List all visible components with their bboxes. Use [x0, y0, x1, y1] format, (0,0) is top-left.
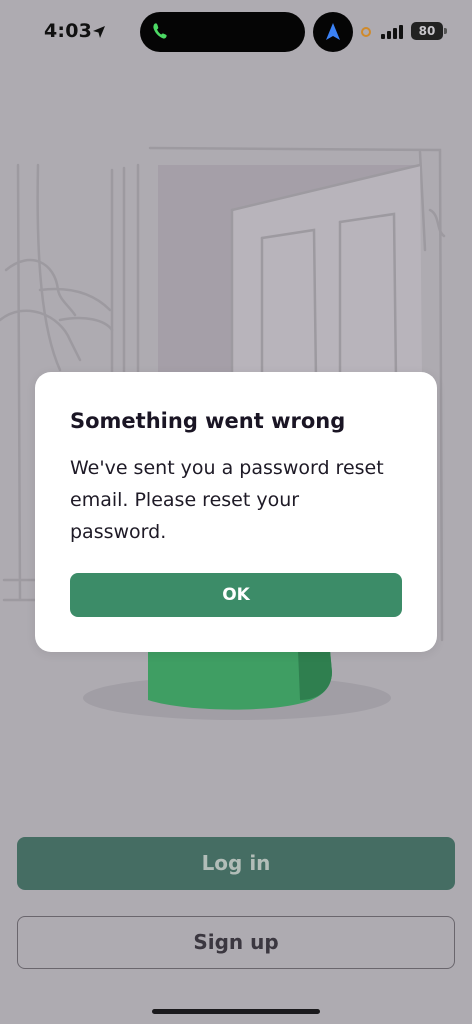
error-dialog: Something went wrong We've sent you a pa…	[35, 372, 437, 652]
dialog-message: We've sent you a password reset email. P…	[70, 457, 384, 543]
phone-icon	[152, 22, 168, 44]
navigation-activity[interactable]	[313, 12, 353, 52]
home-indicator[interactable]	[152, 1009, 320, 1014]
dialog-title: Something went wrong	[70, 409, 346, 433]
status-bar: 4:03 80	[0, 0, 472, 64]
battery-icon: 80	[411, 22, 443, 40]
orange-indicator-dot	[361, 27, 371, 37]
dynamic-island[interactable]	[140, 12, 305, 52]
login-button[interactable]: Log in	[17, 837, 455, 890]
cellular-signal-icon	[381, 24, 405, 43]
signup-button[interactable]: Sign up	[17, 916, 455, 969]
ok-button[interactable]: OK	[70, 573, 402, 617]
battery-nub	[444, 28, 447, 34]
location-arrow-icon	[92, 24, 106, 43]
status-time: 4:03	[44, 20, 93, 42]
